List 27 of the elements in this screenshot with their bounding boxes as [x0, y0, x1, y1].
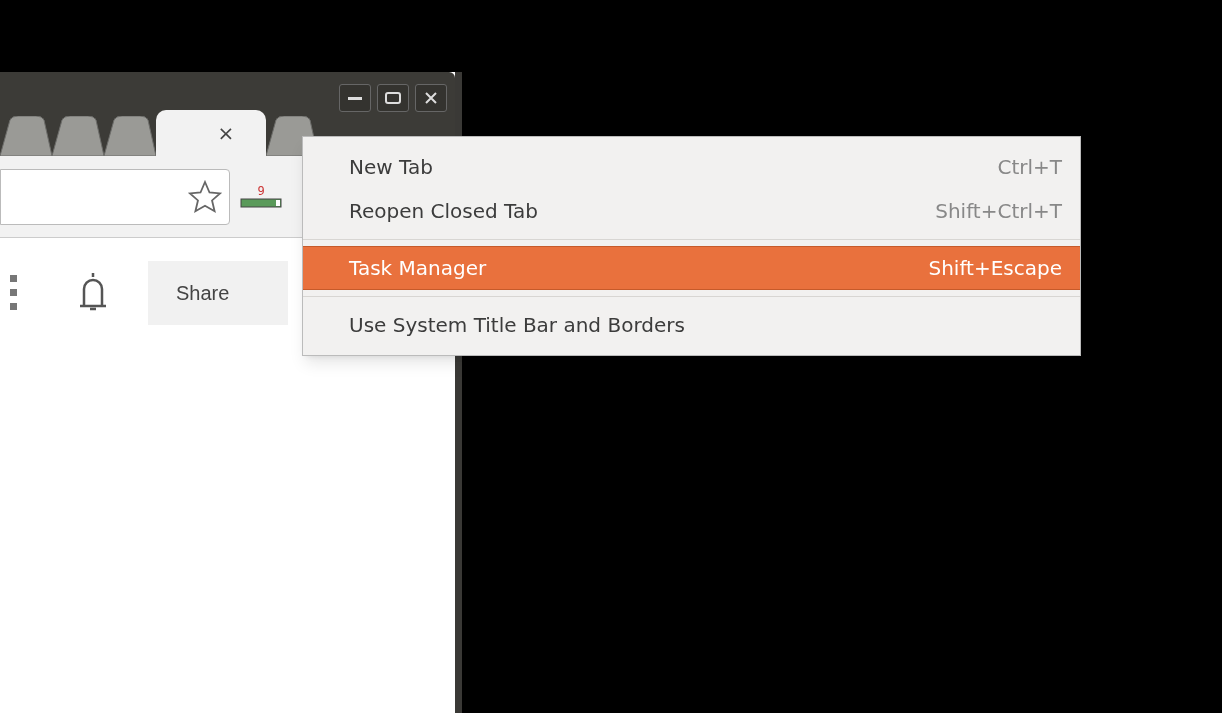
maximize-icon: [385, 92, 401, 104]
maximize-button[interactable]: [377, 84, 409, 112]
menu-label: Task Manager: [349, 255, 487, 282]
menu-label: Use System Title Bar and Borders: [349, 312, 685, 339]
address-field[interactable]: [0, 168, 230, 225]
browser-tab[interactable]: [0, 116, 52, 156]
extension-badge[interactable]: 9: [257, 184, 265, 197]
shortcut-text: Ctrl+T: [997, 154, 1062, 181]
menu-item[interactable]: New Tab Ctrl+T: [303, 145, 1080, 189]
shortcut-text: Shift+Escape: [928, 255, 1062, 282]
tab-close[interactable]: ×: [217, 123, 235, 143]
menu-label: Reopen Closed Tab: [349, 198, 538, 225]
star-icon: [187, 178, 223, 215]
minimize-button[interactable]: [339, 84, 371, 112]
minimize-icon: [348, 96, 362, 100]
shortcut-text: Shift+Ctrl+T: [935, 198, 1062, 225]
share-button[interactable]: Share: [148, 261, 288, 325]
menu-item[interactable]: Use System Title Bar and Borders: [303, 303, 1080, 347]
menu-item[interactable]: Reopen Closed Tab Shift+Ctrl+T: [303, 189, 1080, 233]
battery-bar-icon: [240, 196, 282, 209]
more-icon[interactable]: [10, 273, 18, 313]
browser-tab[interactable]: ×: [156, 110, 266, 156]
browser-tab[interactable]: [52, 116, 104, 156]
close-button[interactable]: [415, 84, 447, 112]
menu-label: New Tab: [349, 154, 433, 181]
browser-tab[interactable]: [104, 116, 156, 156]
close-icon: [424, 91, 438, 105]
